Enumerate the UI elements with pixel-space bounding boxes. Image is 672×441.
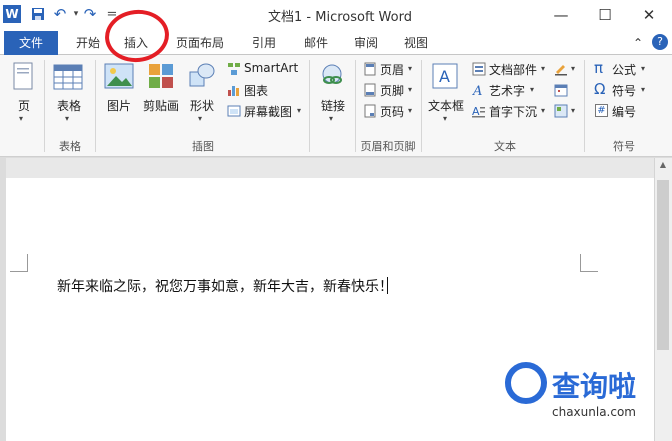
crop-mark: [10, 254, 28, 272]
pages-dropdown-icon[interactable]: ▾: [19, 114, 23, 123]
page-number-icon[interactable]: [364, 104, 377, 118]
table-dropdown-icon[interactable]: ▾: [65, 114, 69, 123]
links-dropdown-icon[interactable]: ▾: [329, 114, 333, 123]
group-label-text: 文本: [494, 140, 516, 153]
shapes-button[interactable]: 形状: [187, 97, 217, 114]
group-label-header-footer: 页眉和页脚: [360, 140, 416, 153]
group-label-tables: 表格: [59, 140, 81, 153]
picture-icon[interactable]: [104, 62, 136, 92]
signature-line-icon[interactable]: [554, 62, 568, 76]
shapes-icon[interactable]: [188, 62, 218, 92]
symbol-button[interactable]: 符号: [612, 82, 636, 99]
redo-icon[interactable]: ↷: [82, 5, 98, 23]
textbox-button[interactable]: 文本框: [426, 97, 466, 114]
watermark-url: chaxunla.com: [552, 405, 636, 419]
clipart-icon[interactable]: [148, 62, 176, 92]
minimize-button[interactable]: —: [546, 4, 576, 26]
word-app-icon[interactable]: W: [3, 5, 21, 23]
equation-icon[interactable]: π: [594, 59, 603, 77]
scrollbar-thumb[interactable]: [657, 180, 669, 350]
equation-dropdown-icon[interactable]: ▾: [641, 64, 645, 73]
footer-dropdown-icon[interactable]: ▾: [408, 85, 412, 94]
tab-page-layout[interactable]: 页面布局: [172, 33, 228, 53]
group-separator: [584, 60, 585, 152]
group-label-illustrations: 插图: [192, 140, 214, 153]
dropcap-button[interactable]: 首字下沉: [489, 103, 537, 120]
dropcap-icon[interactable]: A: [472, 104, 486, 118]
group-label-symbols: 符号: [613, 140, 635, 153]
watermark-text: 查询啦: [552, 370, 637, 403]
table-button[interactable]: 表格: [54, 97, 84, 114]
chart-button[interactable]: 图表: [244, 82, 268, 99]
group-separator: [95, 60, 96, 152]
scroll-up-icon[interactable]: ▲: [657, 160, 669, 170]
header-button[interactable]: 页眉: [380, 61, 404, 78]
help-icon[interactable]: ?: [652, 34, 668, 50]
word-window: W ↶ ▾ ↷ = 文档1 - Microsoft Word — ☐ ✕ 文件 …: [0, 0, 672, 441]
tab-references[interactable]: 引用: [246, 33, 282, 53]
smartart-button[interactable]: SmartArt: [244, 61, 298, 75]
quick-parts-icon[interactable]: [472, 62, 486, 76]
date-time-icon[interactable]: [554, 83, 568, 97]
textbox-dropdown-icon[interactable]: ▾: [443, 114, 447, 123]
links-icon[interactable]: [318, 62, 348, 92]
quick-parts-button[interactable]: 文档部件: [489, 61, 537, 78]
number-button[interactable]: 编号: [612, 103, 636, 120]
tab-home[interactable]: 开始: [70, 33, 106, 53]
svg-text:A: A: [439, 67, 450, 86]
links-button[interactable]: 链接: [318, 97, 348, 114]
quick-parts-dropdown-icon[interactable]: ▾: [541, 64, 545, 73]
object-dropdown-icon[interactable]: ▾: [571, 106, 575, 115]
close-button[interactable]: ✕: [634, 4, 664, 26]
window-title: 文档1 - Microsoft Word: [268, 10, 412, 25]
pages-icon[interactable]: [12, 62, 38, 94]
shapes-dropdown-icon[interactable]: ▾: [198, 114, 202, 123]
header-icon[interactable]: [364, 62, 377, 76]
undo-icon[interactable]: ↶: [52, 5, 68, 23]
top-margin-area: [6, 158, 654, 178]
watermark-logo-icon: [505, 362, 547, 404]
header-dropdown-icon[interactable]: ▾: [408, 64, 412, 73]
number-icon[interactable]: #: [595, 104, 608, 117]
clipart-button[interactable]: 剪贴画: [141, 97, 181, 114]
tab-view[interactable]: 视图: [398, 33, 434, 53]
svg-text:A: A: [472, 84, 482, 97]
textbox-icon[interactable]: A: [431, 62, 461, 92]
table-icon[interactable]: [53, 63, 85, 93]
group-separator: [421, 60, 422, 152]
object-icon[interactable]: [554, 104, 568, 118]
picture-button[interactable]: 图片: [104, 97, 134, 114]
chart-icon[interactable]: [227, 83, 241, 97]
dropcap-dropdown-icon[interactable]: ▾: [541, 106, 545, 115]
pages-button[interactable]: 页: [14, 97, 34, 114]
page-number-button[interactable]: 页码: [380, 103, 404, 120]
tab-mailings[interactable]: 邮件: [298, 33, 334, 53]
page-number-dropdown-icon[interactable]: ▾: [408, 106, 412, 115]
group-separator: [44, 60, 45, 152]
tab-file[interactable]: 文件: [4, 31, 58, 55]
equation-button[interactable]: 公式: [612, 61, 636, 78]
document-text[interactable]: 新年来临之际，祝您万事如意，新年大吉，新春快乐！: [57, 276, 393, 296]
maximize-button[interactable]: ☐: [590, 4, 620, 26]
crop-mark: [580, 254, 598, 272]
footer-button[interactable]: 页脚: [380, 82, 404, 99]
tab-review[interactable]: 审阅: [348, 33, 384, 53]
group-separator: [309, 60, 310, 152]
screenshot-button[interactable]: 屏幕截图: [244, 103, 292, 120]
collapse-ribbon-icon[interactable]: ⌃: [630, 33, 646, 53]
screenshot-icon[interactable]: [227, 104, 241, 118]
wordart-button[interactable]: 艺术字: [489, 82, 525, 99]
screenshot-dropdown-icon[interactable]: ▾: [297, 106, 301, 115]
symbol-icon[interactable]: Ω: [594, 80, 605, 98]
wordart-dropdown-icon[interactable]: ▾: [530, 85, 534, 94]
text-cursor: [387, 277, 388, 294]
footer-icon[interactable]: [364, 83, 377, 97]
wordart-icon[interactable]: A: [472, 83, 486, 99]
smartart-icon[interactable]: [227, 62, 241, 76]
save-icon[interactable]: [30, 6, 46, 22]
symbol-dropdown-icon[interactable]: ▾: [641, 85, 645, 94]
signature-line-dropdown-icon[interactable]: ▾: [571, 64, 575, 73]
